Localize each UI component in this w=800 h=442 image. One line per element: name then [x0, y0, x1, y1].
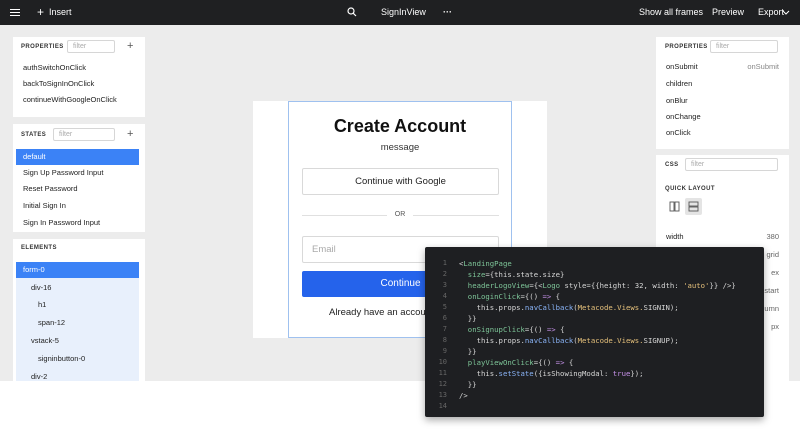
element-item[interactable]: span-12: [13, 315, 65, 331]
css-prop-value[interactable]: ex: [771, 265, 779, 281]
code-line: }}: [459, 314, 477, 323]
app-window: + Insert SignInView ··· Show all frames …: [0, 0, 800, 442]
property-item[interactable]: authSwitchOnClick: [13, 60, 86, 76]
code-line: />: [459, 391, 468, 400]
preview-button[interactable]: Preview: [712, 0, 744, 25]
line-number: 4: [442, 292, 447, 300]
line-number: 3: [442, 281, 447, 289]
prop-value[interactable]: onSubmit: [747, 59, 779, 75]
css-prop-value[interactable]: umn: [764, 301, 779, 317]
search-icon[interactable]: [347, 7, 357, 18]
already-have-account-text[interactable]: Already have an accou: [329, 307, 426, 318]
element-item-selected[interactable]: form-0: [16, 262, 139, 278]
prop-name[interactable]: onSubmit: [656, 59, 698, 75]
css-filter-input[interactable]: filter: [685, 158, 778, 171]
plus-icon[interactable]: +: [37, 0, 44, 25]
line-number: 11: [438, 369, 447, 377]
prop-name[interactable]: onBlur: [656, 93, 688, 109]
css-prop-value[interactable]: 380: [766, 229, 779, 245]
code-line: playViewOnClick={() => {: [467, 358, 574, 367]
prop-name[interactable]: onChange: [656, 109, 701, 125]
export-button[interactable]: Export: [758, 0, 784, 25]
continue-with-google-button[interactable]: Continue with Google: [302, 168, 499, 195]
element-item[interactable]: div-16: [13, 280, 51, 296]
elements-panel: ELEMENTS form-0 div-16 h1 span-12 vstack…: [13, 239, 145, 381]
prop-name[interactable]: children: [656, 76, 692, 92]
state-item[interactable]: Sign In Password Input: [13, 215, 100, 231]
property-item[interactable]: backToSignInOnClick: [13, 76, 94, 92]
element-item[interactable]: vstack-5: [13, 333, 59, 349]
code-line: this.props.navCallback(Metacode.Views.SI…: [459, 303, 679, 312]
elements-title: ELEMENTS: [21, 245, 57, 251]
divider-or: OR: [387, 210, 413, 220]
view-name-label[interactable]: SignInView: [381, 0, 426, 25]
code-line: onLoginClick={() => {: [467, 292, 561, 301]
form-message: message: [380, 142, 420, 153]
property-item[interactable]: continueWithGoogleOnClick: [13, 92, 117, 108]
more-options-icon[interactable]: ···: [443, 0, 452, 25]
code-line: }}: [459, 347, 477, 356]
state-item[interactable]: Sign Up Password Input: [13, 165, 103, 181]
right-properties-filter-input[interactable]: filter: [710, 40, 778, 53]
line-number: 5: [442, 303, 447, 311]
line-number: 7: [442, 325, 447, 333]
add-state-icon[interactable]: +: [127, 129, 133, 140]
code-line: <LandingPage: [459, 259, 512, 268]
css-prop-value[interactable]: px: [771, 319, 779, 335]
rows-layout-icon[interactable]: [685, 198, 702, 215]
line-number: 13: [438, 391, 447, 399]
code-snippet-panel: 1 2 3 4 5 6 7 8 9 10 11 12 13 14 <Landin…: [425, 247, 764, 417]
code-line: onSignupClick={() => {: [467, 325, 565, 334]
element-item[interactable]: div-2: [13, 369, 47, 385]
line-number: 2: [442, 270, 447, 278]
state-item[interactable]: Reset Password: [13, 181, 78, 197]
hamburger-menu-icon[interactable]: [10, 9, 20, 16]
insert-button[interactable]: Insert: [49, 0, 72, 25]
right-properties-title: PROPERTIES: [665, 44, 708, 50]
css-prop-value[interactable]: grid: [766, 247, 779, 263]
line-number: 10: [438, 358, 447, 366]
left-properties-panel: PROPERTIES filter + authSwitchOnClick ba…: [13, 37, 145, 117]
line-number: 8: [442, 336, 447, 344]
right-properties-panel: PROPERTIES filter onSubmit onSubmit chil…: [656, 37, 789, 149]
columns-layout-icon[interactable]: [666, 198, 683, 215]
state-item[interactable]: Initial Sign In: [13, 198, 66, 214]
line-number: 1: [442, 259, 447, 267]
element-item[interactable]: h1: [13, 297, 46, 313]
prop-name[interactable]: onClick: [656, 125, 691, 141]
code-line: }}: [459, 380, 477, 389]
properties-filter-input[interactable]: filter: [67, 40, 115, 53]
states-title: STATES: [21, 132, 47, 138]
top-toolbar: + Insert SignInView ··· Show all frames …: [0, 0, 800, 25]
add-property-icon[interactable]: +: [127, 41, 133, 52]
show-all-frames-button[interactable]: Show all frames: [639, 0, 703, 25]
states-filter-input[interactable]: filter: [53, 128, 115, 141]
properties-title: PROPERTIES: [21, 44, 64, 50]
form-title: Create Account: [333, 116, 467, 136]
line-number: 9: [442, 347, 447, 355]
code-line: this.props.navCallback(Metacode.Views.SI…: [459, 336, 679, 345]
code-line: this.setState({isShowingModal: true});: [459, 369, 644, 378]
element-item[interactable]: signinbutton-0: [13, 351, 85, 367]
line-number: 14: [438, 402, 447, 410]
quick-layout-title: QUICK LAYOUT: [665, 186, 715, 192]
code-line: headerLogoView={<Logo style={{height: 32…: [467, 281, 736, 290]
line-number: 12: [438, 380, 447, 388]
css-prop-name[interactable]: width: [656, 229, 684, 245]
state-item-selected[interactable]: default: [16, 149, 139, 165]
code-line: size={this.state.size}: [467, 270, 565, 279]
chevron-down-icon[interactable]: [782, 0, 790, 25]
states-panel: STATES filter + default Sign Up Password…: [13, 124, 145, 232]
line-number: 6: [442, 314, 447, 322]
css-prop-value[interactable]: start: [764, 283, 779, 299]
css-title: CSS: [665, 162, 679, 168]
